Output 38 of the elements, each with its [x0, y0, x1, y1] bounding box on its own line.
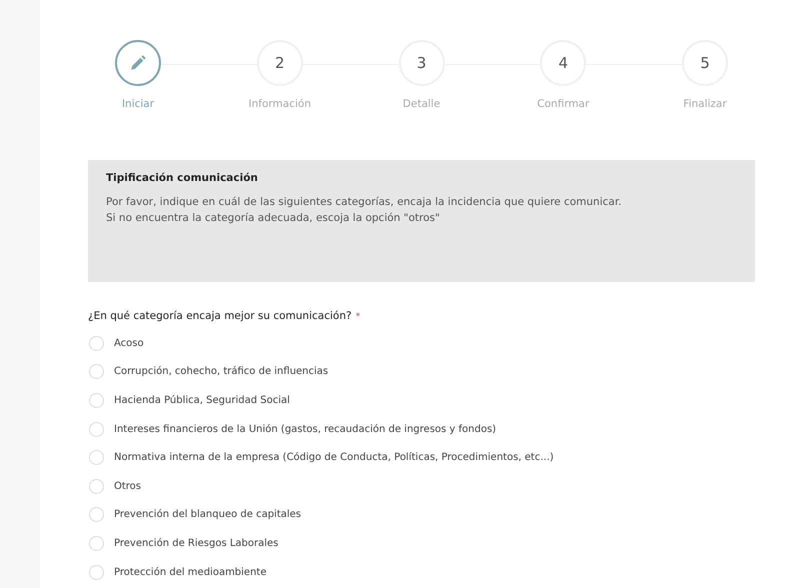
radio-button[interactable]	[89, 478, 104, 494]
step-number: 2	[274, 54, 285, 72]
option-label: Otros	[114, 480, 142, 492]
panel-text: Por favor, indique en cuál de las siguientes categorías, encaja la incidencia que quiere comunicar.	[106, 195, 623, 210]
step-label: Confirmar	[537, 98, 590, 110]
step-circle[interactable]: 5	[682, 40, 728, 86]
radio-button[interactable]	[89, 422, 104, 437]
radio-button[interactable]	[89, 507, 104, 522]
step-label: Finalizar	[683, 98, 727, 110]
pencil-icon	[129, 54, 147, 72]
option-label: Hacienda Pública, Seguridad Social	[114, 394, 290, 406]
step-number: 4	[558, 54, 568, 72]
radio-button[interactable]	[89, 536, 104, 551]
option-label: Corrupción, cohecho, tráfico de influencias	[114, 366, 328, 378]
step-circle[interactable]	[115, 40, 161, 86]
panel-text: Si no encuentra la categoría adecuada, escoja la opción "otros"	[106, 211, 441, 226]
step-number: 3	[416, 54, 426, 72]
step-label: Detalle	[402, 98, 440, 110]
required-mark: *	[356, 312, 360, 322]
radio-button[interactable]	[89, 564, 104, 580]
option-label: Normativa interna de la empresa (Código de Conducta, Políticas, Procedimientos, etc...)	[114, 452, 554, 464]
step-label: Información	[248, 98, 311, 110]
step-circle[interactable]: 4	[540, 40, 586, 86]
step-circle[interactable]: 3	[398, 40, 444, 86]
step-label: Iniciar	[122, 98, 154, 110]
radio-button[interactable]	[89, 450, 104, 466]
step-number: 5	[700, 54, 710, 72]
radio-button[interactable]	[89, 336, 104, 351]
option-label: Prevención del blanqueo de capitales	[114, 509, 302, 520]
question-label: ¿En qué categoría encaja mejor su comunicación?	[88, 310, 352, 322]
panel-title: Tipificación comunicación	[106, 172, 259, 184]
option-label: Prevención de Riesgos Laborales	[114, 538, 278, 549]
option-label: Acoso	[114, 338, 144, 349]
option-label: Intereses financieros de la Unión (gastos, recaudación de ingresos y fondos)	[114, 424, 496, 435]
radio-button[interactable]	[89, 364, 104, 380]
radio-button[interactable]	[89, 392, 104, 408]
option-label: Protección del medioambiente	[114, 566, 266, 578]
step-circle[interactable]: 2	[256, 40, 303, 86]
